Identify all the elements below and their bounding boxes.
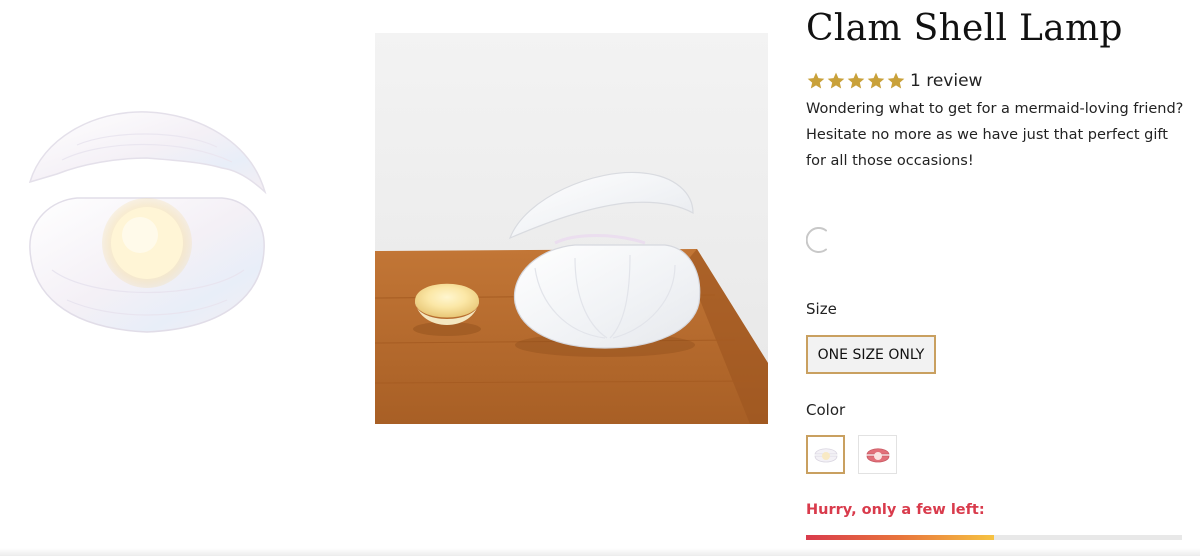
product-description: Wondering what to get for a mermaid-lovi… [806, 101, 1184, 169]
product-title: Clam Shell Lamp [806, 8, 1123, 49]
product-info: Clam Shell Lamp 1 review Wondering what … [806, 0, 1200, 556]
clam-shell-lamp-table-image [375, 33, 768, 424]
stock-level-fill [806, 535, 994, 540]
loading-spinner-icon [806, 227, 827, 253]
star-icon [867, 72, 885, 89]
color-swatch-white[interactable] [806, 435, 845, 474]
size-option-one-size[interactable]: ONE SIZE ONLY [806, 335, 936, 374]
review-count-link[interactable]: 1 review [910, 71, 982, 91]
low-stock-message: Hurry, only a few left: [806, 502, 985, 518]
page-bottom-shadow [0, 548, 1200, 556]
product-image-main[interactable] [375, 33, 768, 424]
color-swatch-pink[interactable] [858, 435, 897, 474]
clam-shell-lamp-lit-image [28, 111, 267, 333]
star-icon [847, 72, 865, 89]
color-label: Color [806, 401, 846, 419]
star-icon [887, 72, 905, 89]
white-shell-swatch-icon [813, 447, 838, 462]
pink-shell-swatch-icon [865, 447, 890, 462]
stock-level-bar [806, 535, 1182, 540]
product-rating[interactable]: 1 review [806, 71, 982, 91]
star-icon [827, 72, 845, 89]
size-label: Size [806, 300, 837, 318]
product-image-left[interactable] [22, 100, 272, 345]
star-icon [807, 72, 825, 89]
